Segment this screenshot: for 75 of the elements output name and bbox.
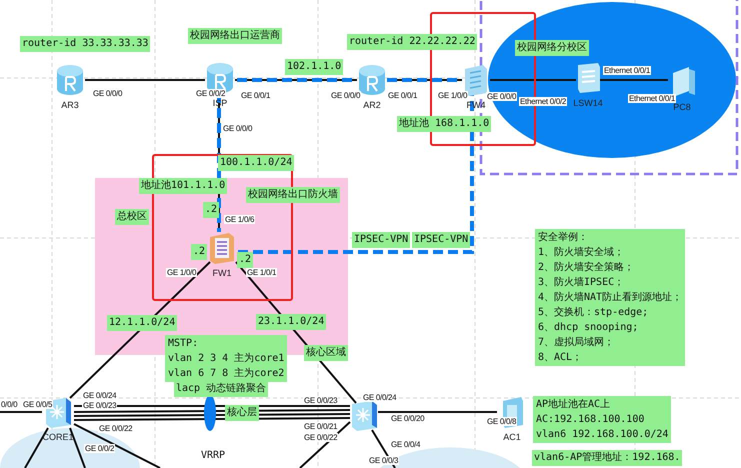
port-label: GE 0/0/4: [390, 440, 422, 449]
note-label: 102.1.1.0: [285, 59, 344, 75]
device-label: FW1: [212, 268, 232, 278]
note-line: AP地址池在AC上: [536, 398, 612, 412]
port-label: GE 0/0/23: [82, 401, 118, 410]
device-label: AR2: [363, 100, 381, 110]
note-line: MSTP:: [168, 337, 200, 351]
note-line: 7、虚拟局域网；: [538, 336, 616, 350]
port-label: GE 0/0/2: [195, 89, 226, 98]
note-label: IPSEC-VPN: [352, 232, 410, 248]
port-label: GE 1/0/0: [437, 91, 468, 100]
firewall-icon[interactable]: [207, 231, 237, 265]
port-label: GE 0/0/0: [92, 89, 124, 98]
note-label: lacp 动态链路聚合: [174, 381, 268, 397]
port-label: GE 0/0/5: [22, 400, 54, 409]
port-label: GE 1/0/6: [224, 215, 256, 224]
note-line: 2、防火墙安全策略；: [538, 260, 636, 275]
port-label: GE 0/0/1: [387, 91, 418, 100]
note-line: 4、防火墙NAT防止看到源地址；: [538, 290, 682, 305]
device-label: PC8: [673, 102, 691, 112]
note-label: 校园网络分校区: [515, 40, 589, 56]
note-label: 地址池101.1.1.0: [139, 178, 228, 194]
port-label: GE 0/0/21: [303, 422, 338, 431]
port-label: GE 0/0/1: [240, 91, 272, 100]
note-line: 5、交换机：stp-edge;: [538, 306, 650, 320]
port-label: GE 0/0/3: [368, 456, 400, 465]
port-label: GE 1/0/0: [166, 268, 198, 277]
port-label: Ethernet 0/0/1: [603, 66, 652, 75]
port-label: GE 0/0/0: [486, 92, 518, 101]
router-icon[interactable]: [205, 61, 235, 95]
port-label: GE 0/0/22: [303, 433, 338, 442]
port-label: GE 0/0/0: [330, 91, 362, 100]
note-label: 12.1.1.0/24: [107, 315, 178, 331]
port-label: 0/0/0: [0, 400, 18, 409]
note-label: 核心层: [225, 405, 259, 421]
port-label: GE 0/0/24: [82, 391, 118, 400]
note-label: IPSEC-VPN: [412, 232, 470, 248]
vrrp-ellipse: [204, 395, 216, 431]
note-label: 地址池 168.1.1.0: [397, 116, 492, 132]
note-line: 3、防火墙IPSEC；: [538, 276, 626, 290]
note-label: 100.1.1.0/24: [218, 155, 294, 171]
device-label: AR3: [61, 100, 79, 110]
port-label: GE 1/0/1: [246, 268, 278, 277]
note-label: .2: [203, 202, 220, 218]
vrrp-label: VRRP: [201, 450, 226, 461]
note-label: 23.1.1.0/24: [256, 314, 326, 330]
note-line: 1、防火墙安全域；: [538, 246, 626, 260]
note-label: 校园网络出口防火墙: [246, 187, 340, 203]
note-label: router-id 22.22.22.22: [347, 34, 478, 50]
note-line: vlan 2 3 4 主为core1: [168, 352, 284, 366]
note-label: 总校区: [115, 209, 149, 225]
note-line: 安全举例：: [538, 230, 589, 245]
note-line: 8、ACL；: [538, 351, 584, 365]
note-line: AC:192.168.100.100: [536, 413, 646, 427]
note-line: vlan6 192.168.100.0/24: [536, 428, 668, 442]
port-label: GE 0/0/23: [303, 396, 338, 405]
note-label: vlan6-AP管理地址：192.168.: [532, 450, 682, 466]
device-label: AC1: [503, 432, 521, 442]
port-label: GE 0/0/20: [390, 414, 426, 423]
note-label: .2: [237, 252, 254, 268]
note-line: vlan 6 7 8 主为core2: [168, 366, 284, 381]
port-label: GE 0/0/24: [362, 393, 398, 402]
note-label: 校园网络出口运营商: [188, 28, 282, 44]
port-label: GE 0/0/2: [84, 444, 116, 453]
note-line: 6、dhcp snooping;: [538, 321, 640, 335]
note-label: 核心区域: [304, 345, 348, 361]
port-label: Ethernet 0/0/1: [628, 94, 676, 103]
device-label: LSW14: [573, 98, 603, 108]
port-label: GE 0/0/8: [486, 417, 518, 426]
note-label: .2: [191, 244, 208, 260]
port-label: GE 0/0/22: [98, 424, 134, 433]
port-label: GE 0/0/0: [222, 124, 254, 133]
note-label: router-id 33.33.33.33: [20, 36, 150, 52]
device-label: CORE1: [42, 432, 74, 442]
port-label: Ethernet 0/0/2: [519, 97, 568, 106]
